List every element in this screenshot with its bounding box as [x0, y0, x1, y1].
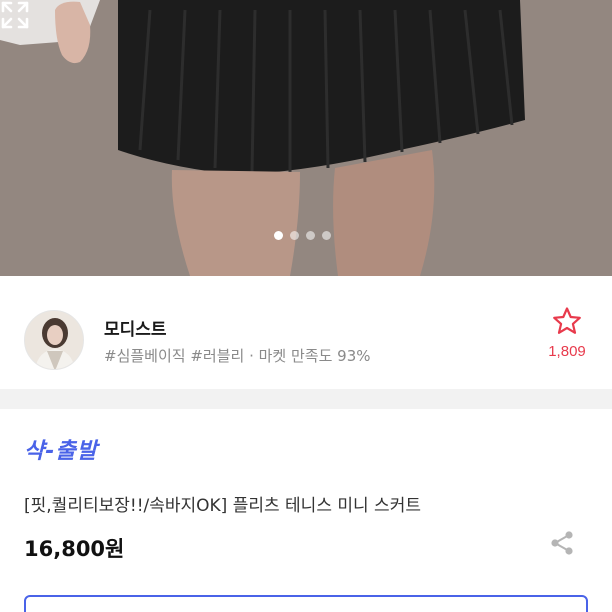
star-outline-icon — [553, 307, 581, 334]
favorite-button[interactable]: 1,809 — [544, 306, 590, 360]
shop-name[interactable]: 모디스트 — [104, 315, 167, 340]
shipping-badge: 샥-출발 — [24, 439, 98, 464]
carousel-indicators — [274, 231, 331, 240]
carousel-dot[interactable] — [274, 231, 283, 240]
shop-avatar[interactable] — [24, 310, 84, 370]
avatar-image — [25, 311, 83, 369]
favorite-count: 1,809 — [548, 343, 586, 360]
product-image-carousel[interactable] — [0, 0, 612, 276]
shop-tags: #심플베이직 #러블리 · 마켓 만족도 93% — [104, 347, 371, 365]
carousel-dot[interactable] — [306, 231, 315, 240]
option-select-button[interactable] — [24, 595, 588, 612]
carousel-dot[interactable] — [322, 231, 331, 240]
product-price: 16,800원 — [24, 537, 125, 561]
section-divider — [0, 389, 612, 409]
share-icon[interactable] — [549, 530, 575, 556]
shop-info-row[interactable]: 모디스트 #심플베이직 #러블리 · 마켓 만족도 93% — [0, 277, 612, 389]
carousel-dot[interactable] — [290, 231, 299, 240]
product-info: 샥-출발 [핏,퀄리티보장!!/속바지OK] 플리츠 테니스 미니 스커트 16… — [0, 409, 612, 612]
expand-icon[interactable] — [0, 0, 30, 30]
product-title: [핏,퀄리티보장!!/속바지OK] 플리츠 테니스 미니 스커트 — [24, 496, 421, 516]
